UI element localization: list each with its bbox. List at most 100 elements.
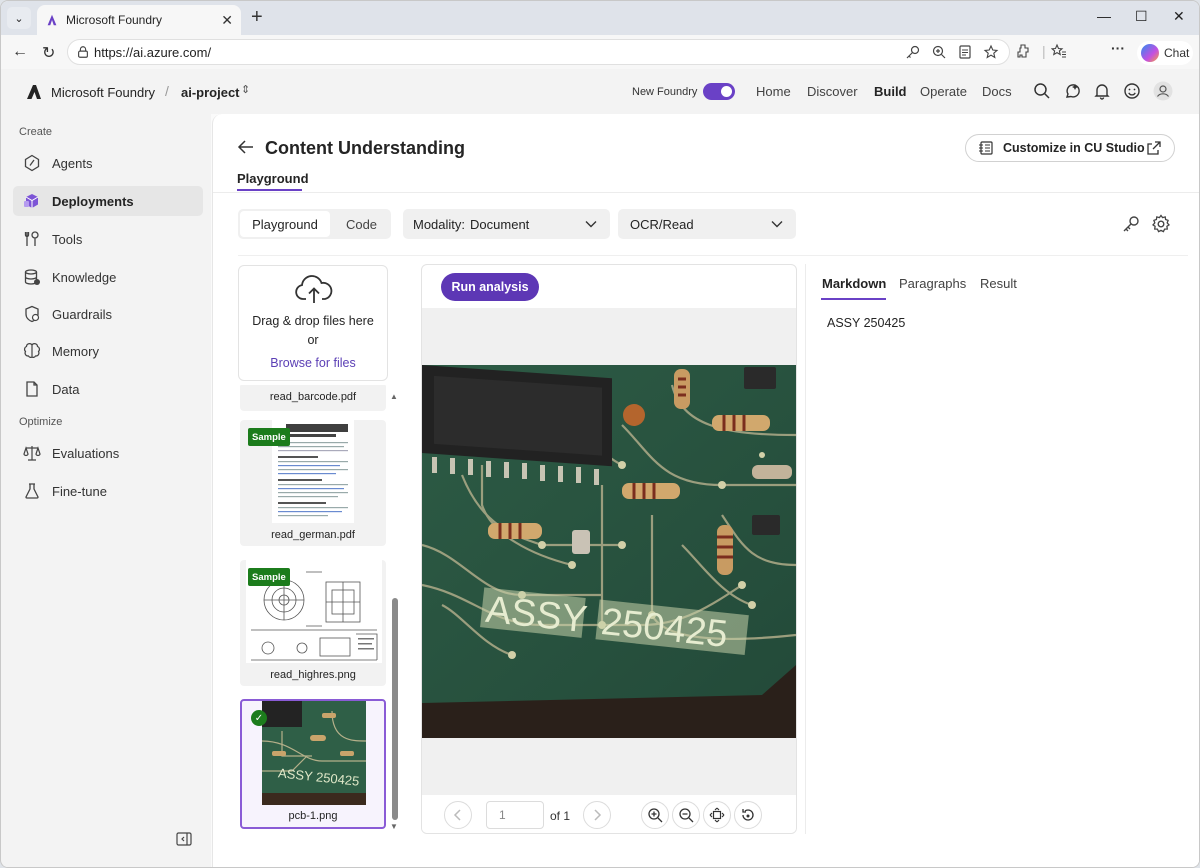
back-arrow-icon[interactable] bbox=[237, 138, 255, 156]
file-card-selected[interactable]: ASSY 250425 ✓ pcb-1.png bbox=[240, 699, 386, 829]
file-name: read_highres.png bbox=[270, 669, 356, 681]
reader-icon[interactable] bbox=[957, 44, 973, 60]
tab-title: Microsoft Foundry bbox=[66, 13, 163, 27]
favorites-icon[interactable] bbox=[1051, 43, 1067, 59]
nav-build[interactable]: Build bbox=[874, 84, 907, 99]
analyzer-dropdown[interactable]: OCR/Read bbox=[618, 209, 796, 239]
close-window-icon[interactable]: ✕ bbox=[1173, 8, 1185, 25]
tab-markdown[interactable]: Markdown bbox=[822, 276, 886, 291]
scale-icon bbox=[23, 446, 41, 461]
file-card[interactable]: Sample read_highres.png bbox=[240, 560, 386, 686]
sidebar-item-fine-tune[interactable]: Fine-tune bbox=[13, 476, 203, 506]
results-divider bbox=[805, 264, 806, 834]
file-name: pcb-1.png bbox=[288, 810, 338, 822]
view-switcher: Playground Code bbox=[238, 209, 391, 239]
title-bar: ⌄ Microsoft Foundry ✕ + — ☐ ✕ bbox=[1, 1, 1199, 35]
gear-icon[interactable] bbox=[1151, 214, 1171, 234]
collapse-sidebar-icon[interactable] bbox=[176, 832, 192, 846]
smiley-icon[interactable] bbox=[1123, 82, 1141, 100]
new-foundry-toggle[interactable] bbox=[703, 83, 735, 100]
project-selector[interactable]: ai-project bbox=[181, 85, 240, 100]
document-icon bbox=[26, 381, 38, 397]
scroll-down-icon[interactable]: ▼ bbox=[390, 822, 398, 831]
file-dropzone[interactable]: Drag & drop files here or Browse for fil… bbox=[238, 265, 388, 381]
zoom-in-button[interactable] bbox=[641, 801, 669, 829]
user-icon[interactable] bbox=[1153, 81, 1173, 101]
back-icon[interactable]: ← bbox=[12, 43, 28, 61]
document-preview: Run analysis ASSY 250425 1 of 1 bbox=[421, 264, 797, 834]
favorite-icon[interactable] bbox=[983, 44, 999, 60]
lock-icon bbox=[78, 46, 88, 58]
file-list-scrollbar[interactable] bbox=[392, 598, 398, 820]
chevron-updown-icon[interactable]: ⇕ bbox=[241, 83, 250, 96]
scroll-up-icon[interactable]: ▲ bbox=[390, 392, 398, 401]
tab-result[interactable]: Result bbox=[980, 276, 1017, 291]
url-input[interactable]: https://ai.azure.com/ bbox=[67, 39, 1010, 65]
tab-playground[interactable]: Playground bbox=[237, 171, 309, 186]
nav-operate[interactable]: Operate bbox=[920, 84, 967, 99]
drop-or: or bbox=[307, 333, 319, 347]
sample-badge: Sample bbox=[248, 428, 290, 446]
sidebar-item-label: Deployments bbox=[52, 193, 134, 209]
customize-label: Customize in CU Studio bbox=[1003, 141, 1145, 155]
maximize-icon[interactable]: ☐ bbox=[1135, 8, 1148, 25]
minimize-icon[interactable]: — bbox=[1097, 8, 1111, 24]
file-card[interactable]: read_barcode.pdf bbox=[240, 385, 386, 411]
brand-name[interactable]: Microsoft Foundry bbox=[51, 85, 155, 100]
rotate-icon bbox=[742, 809, 754, 821]
zoom-icon[interactable] bbox=[931, 44, 947, 60]
page-number-input[interactable]: 1 bbox=[486, 801, 544, 829]
sidebar-item-deployments[interactable]: Deployments bbox=[13, 186, 203, 216]
extensions-icon[interactable] bbox=[1015, 43, 1031, 59]
file-name: read_german.pdf bbox=[271, 529, 355, 541]
customize-cu-studio-button[interactable]: Customize in CU Studio bbox=[965, 134, 1175, 162]
next-page-button[interactable] bbox=[583, 801, 611, 829]
rotate-button[interactable] bbox=[734, 801, 762, 829]
fit-page-icon bbox=[709, 807, 725, 823]
page-count: of 1 bbox=[550, 809, 571, 823]
nav-docs[interactable]: Docs bbox=[982, 84, 1012, 99]
search-icon[interactable] bbox=[1033, 82, 1051, 100]
tab-actions-icon[interactable]: ⌄ bbox=[7, 7, 31, 29]
bell-icon[interactable] bbox=[1093, 82, 1111, 100]
sidebar-item-tools[interactable]: Tools bbox=[13, 224, 203, 254]
nav-home[interactable]: Home bbox=[756, 84, 791, 99]
header-divider bbox=[213, 192, 1199, 193]
copilot-icon bbox=[1141, 44, 1159, 62]
sidebar-item-label: Evaluations bbox=[52, 445, 120, 461]
browser-tab[interactable]: Microsoft Foundry ✕ bbox=[37, 5, 241, 35]
fit-page-button[interactable] bbox=[703, 801, 731, 829]
file-card[interactable]: Sample read_german.pdf bbox=[240, 420, 386, 546]
page-title: Content Understanding bbox=[265, 138, 465, 158]
sidebar-item-agents[interactable]: Agents bbox=[13, 148, 203, 178]
sidebar-item-memory[interactable]: Memory bbox=[13, 336, 203, 366]
tab-paragraphs[interactable]: Paragraphs bbox=[899, 276, 966, 291]
address-bar: ← ↻ https://ai.azure.com/ | ··· Chat bbox=[1, 35, 1199, 69]
sidebar-item-label: Guardrails bbox=[52, 306, 112, 322]
sidebar-item-knowledge[interactable]: Knowledge bbox=[13, 262, 203, 292]
breadcrumb-separator: / bbox=[165, 83, 169, 99]
browse-files-link[interactable]: Browse for files bbox=[239, 356, 387, 370]
chat-button[interactable]: Chat bbox=[1137, 41, 1193, 65]
section-optimize: Optimize bbox=[19, 416, 63, 428]
segment-playground[interactable]: Playground bbox=[240, 211, 330, 237]
refresh-icon[interactable]: ↻ bbox=[42, 43, 55, 63]
sidebar-item-data[interactable]: Data bbox=[13, 374, 203, 404]
prev-page-button[interactable] bbox=[444, 801, 472, 829]
modality-dropdown[interactable]: Modality: Document bbox=[403, 209, 610, 239]
zoom-out-button[interactable] bbox=[672, 801, 700, 829]
main-content: Content Understanding Customize in CU St… bbox=[212, 114, 1199, 867]
sidebar-item-guardrails[interactable]: Guardrails bbox=[13, 299, 203, 329]
new-tab-icon[interactable]: + bbox=[251, 6, 263, 29]
more-icon[interactable]: ··· bbox=[1111, 40, 1125, 56]
key-icon[interactable] bbox=[905, 44, 921, 60]
segment-code[interactable]: Code bbox=[334, 211, 389, 237]
sidebar-item-label: Tools bbox=[52, 231, 83, 247]
sidebar-item-evaluations[interactable]: Evaluations bbox=[13, 438, 203, 468]
close-tab-icon[interactable]: ✕ bbox=[221, 12, 233, 29]
copilot-chat-icon[interactable] bbox=[1063, 82, 1081, 100]
run-analysis-button[interactable]: Run analysis bbox=[441, 273, 539, 301]
markdown-output: ASSY 250425 bbox=[827, 316, 906, 330]
key-icon[interactable] bbox=[1121, 214, 1141, 234]
nav-discover[interactable]: Discover bbox=[807, 84, 858, 99]
